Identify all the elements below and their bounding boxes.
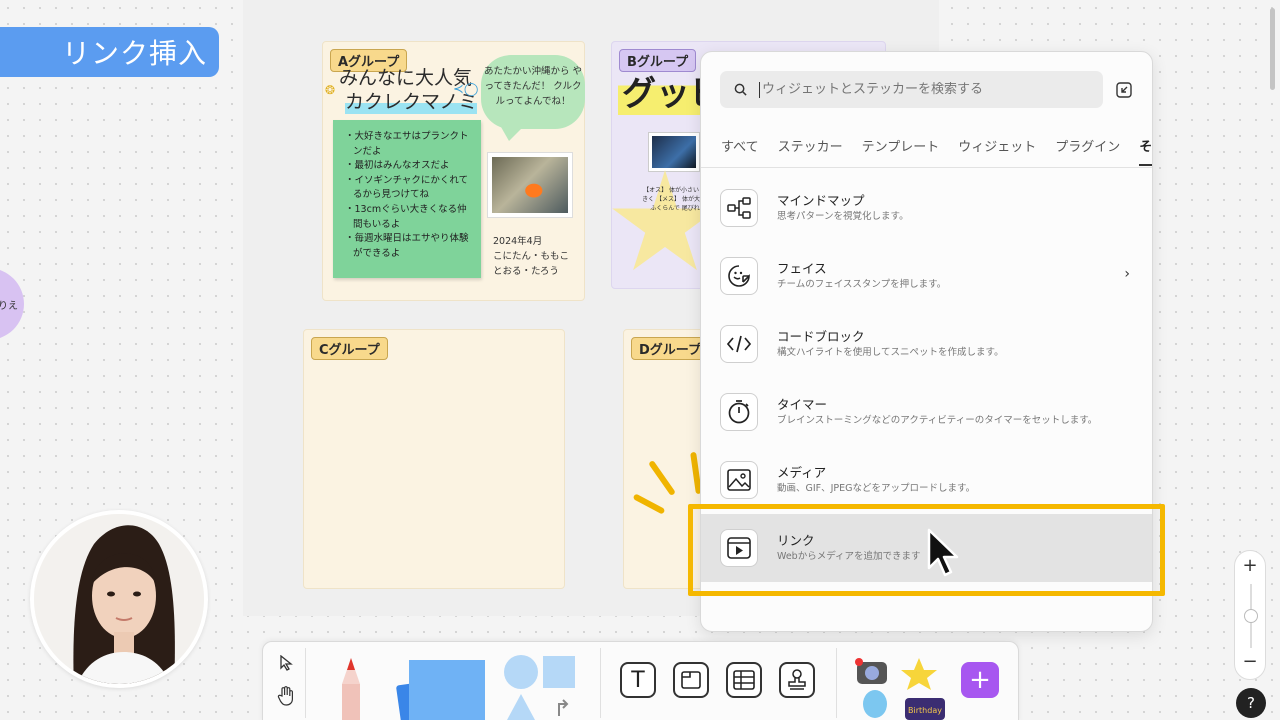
toolbar-divider (600, 648, 601, 718)
group-c-label: Cグループ (311, 337, 388, 360)
add-widget-button[interactable]: + (961, 662, 999, 698)
widget-item-desc: ブレインストーミングなどのアクティビティーのタイマーをセットします。 (777, 415, 1098, 426)
stickers-icon: Birthday (855, 658, 945, 720)
widget-item-title: タイマー (777, 397, 828, 412)
select-tool[interactable] (275, 652, 297, 674)
zoom-slider-thumb[interactable] (1244, 609, 1258, 623)
group-a-date: 2024年4月 (493, 236, 543, 247)
pen-icon (342, 658, 360, 720)
group-c-frame[interactable]: Cグループ (303, 329, 565, 589)
widget-item-desc: チームのフェイススタンプを押します。 (777, 279, 947, 290)
face-sticker-icon (720, 257, 758, 295)
note-line: 最初はみんなオスだよ (345, 159, 475, 174)
guppy-photo[interactable] (648, 132, 700, 172)
widget-item-desc: 構文ハイライトを使用してスニペットを作成します。 (777, 347, 1004, 358)
table-tool[interactable] (726, 662, 762, 698)
image-icon (720, 461, 758, 499)
sticky-note-icon (396, 660, 485, 720)
stamp-icon (779, 662, 815, 698)
shapes-icon (504, 655, 575, 720)
widget-item-title: フェイス (777, 261, 827, 276)
widget-item-title: コードブロック (777, 329, 865, 344)
note-line: 13cmぐらい大きくなる仲間もいるよ (345, 203, 475, 232)
title-badge-text: リンク挿入 (62, 37, 208, 70)
group-d-label: Dグループ (631, 337, 710, 360)
table-icon (726, 662, 762, 698)
left-edge-note[interactable]: りえ (0, 268, 24, 340)
widget-item-title: メディア (777, 465, 827, 480)
widget-item-face[interactable]: フェイス チームのフェイススタンプを押します。 › (701, 242, 1152, 310)
group-a-authors: こにたん・ももことおる・たろう (493, 251, 570, 277)
tabs-divider (701, 167, 1152, 168)
sticker-tool[interactable]: Birthday (849, 652, 951, 720)
zoom-in-button[interactable]: + (1235, 555, 1265, 576)
stamp-tool[interactable] (779, 662, 815, 698)
collapse-panel-button[interactable] (1113, 79, 1135, 101)
text-icon: T (620, 662, 656, 698)
widget-item-mindmap[interactable]: マインドマップ 思考パターンを視覚化します。 (701, 174, 1152, 242)
text-tool[interactable]: T (620, 662, 656, 698)
zoom-out-button[interactable]: − (1235, 651, 1265, 672)
clownfish-photo[interactable] (487, 152, 573, 218)
widget-item-timer[interactable]: タイマー ブレインストーミングなどのアクティビティーのタイマーをセットします。 (701, 378, 1152, 446)
widget-item-title: マインドマップ (777, 193, 865, 208)
note-line: 毎週水曜日はエサやり体験ができるよ (345, 232, 475, 261)
search-icon (734, 83, 747, 96)
help-button[interactable]: ? (1236, 688, 1266, 718)
pen-tool[interactable] (331, 656, 371, 720)
scrollbar-thumb[interactable] (1270, 8, 1275, 90)
search-input[interactable] (759, 81, 1079, 98)
speech-bubble[interactable]: あたたかい沖縄から やってきたんだ！ クルクルってよんでね！ (481, 55, 585, 141)
bottom-toolbar: T Birthday + (262, 641, 1019, 720)
note-line: 大好きなエサはプランクトンだよ (345, 130, 475, 159)
frame-icon (673, 662, 709, 698)
widget-item-desc: 思考パターンを視覚化します。 (777, 211, 909, 222)
tab-stickers[interactable]: ステッカー (778, 134, 843, 166)
tab-templates[interactable]: テンプレート (862, 134, 940, 166)
tab-all[interactable]: すべて (721, 134, 759, 166)
code-icon (720, 325, 758, 363)
presenter-portrait-icon (34, 514, 204, 684)
fish-doodle-icon: ≺◯ (453, 82, 479, 97)
presenter-avatar (30, 510, 208, 688)
plus-icon: + (969, 665, 991, 695)
hand-icon (277, 686, 293, 706)
title-badge: リンク挿入 (0, 27, 219, 77)
sticky-note-green[interactable]: 大好きなエサはプランクトンだよ 最初はみんなオスだよ イソギンチャクにかくれてる… (333, 120, 481, 278)
group-a-frame[interactable]: Aグループ ❂ みんなに大人気 カクレクマノミ ≺◯ あたたかい沖縄から やって… (322, 41, 585, 301)
fish-sticker-icon: ❂ (325, 83, 336, 97)
collapse-icon (1116, 82, 1132, 98)
group-a-caption: 2024年4月 こにたん・ももことおる・たろう (493, 234, 577, 279)
widget-item-codeblock[interactable]: コードブロック 構文ハイライトを使用してスニペットを作成します。 (701, 310, 1152, 378)
panel-tabs: すべて ステッカー テンプレート ウィジェット プラグイン その他 (721, 134, 1152, 166)
pointer-icon (280, 655, 293, 671)
tab-plugins[interactable]: プラグイン (1055, 134, 1120, 166)
svg-text:Birthday: Birthday (908, 706, 942, 715)
note-line: イソギンチャクにかくれてるから見つけてね (345, 174, 475, 203)
search-box[interactable] (720, 71, 1103, 108)
left-edge-note-text: りえ (0, 300, 18, 312)
mindmap-icon (720, 189, 758, 227)
chevron-right-icon[interactable]: › (1124, 266, 1130, 282)
toolbar-divider (836, 648, 837, 718)
sticky-note-tool[interactable] (391, 656, 489, 720)
toolbar-divider (305, 648, 306, 718)
frame-tool[interactable] (673, 662, 709, 698)
tab-other[interactable]: その他 (1139, 134, 1152, 166)
widget-item-desc: 動画、GIF、JPEGなどをアップロードします。 (777, 483, 976, 494)
zoom-control: + − (1234, 550, 1266, 680)
shape-tool[interactable] (501, 654, 577, 720)
tab-widgets[interactable]: ウィジェット (958, 134, 1036, 166)
hand-tool[interactable] (274, 684, 298, 708)
mouse-cursor-icon (927, 528, 959, 577)
timer-icon (720, 393, 758, 431)
